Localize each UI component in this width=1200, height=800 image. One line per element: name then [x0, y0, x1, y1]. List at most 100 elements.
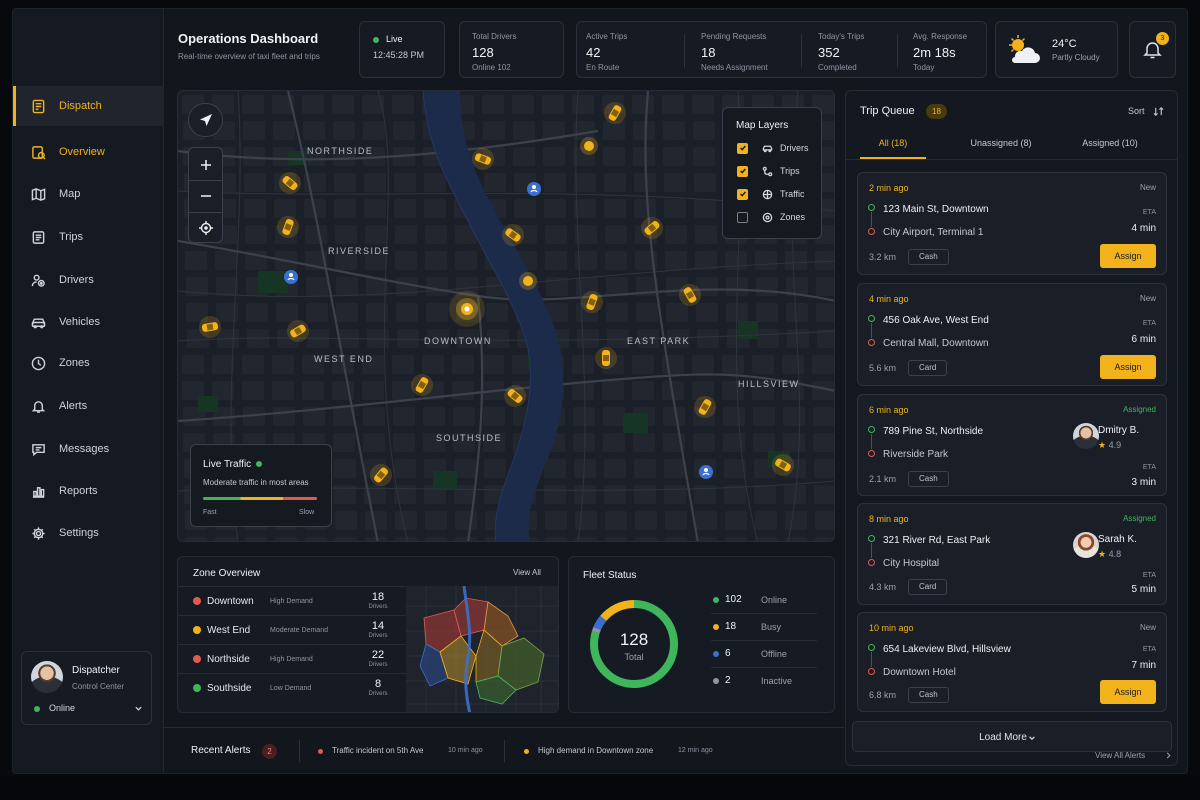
zone-demand: Low Demand — [270, 685, 312, 692]
zone-unit: Drivers — [368, 691, 388, 697]
zone-row-northside[interactable]: Northside High Demand 22 Drivers — [178, 644, 406, 673]
weather-desc: Partly Cloudy — [1052, 53, 1100, 62]
assign-button[interactable]: Assign — [1100, 355, 1156, 379]
sidebar-item-messages[interactable]: Messages — [13, 429, 164, 469]
user-role: Control Center — [72, 682, 125, 691]
checkbox-checked[interactable] — [737, 165, 748, 177]
trip-card[interactable]: 10 min ago New 654 Lakeview Blvd, Hillsv… — [857, 612, 1167, 712]
zone-row-west-end[interactable]: West End Moderate Demand 14 Drivers — [178, 615, 406, 644]
load-more-button[interactable]: Load More — [852, 721, 1172, 752]
trip-status: New — [1139, 623, 1156, 632]
trip-card[interactable]: 6 min ago Assigned 789 Pine St, Northsid… — [857, 394, 1167, 496]
tab-all[interactable]: All (18) — [860, 138, 926, 148]
sidebar-item-map[interactable]: Map — [13, 174, 164, 214]
sidebar-item-overview[interactable]: Overview — [13, 132, 164, 172]
assign-button[interactable]: Assign — [1100, 244, 1156, 268]
trip-card[interactable]: 4 min ago New 456 Oak Ave, West End Cent… — [857, 283, 1167, 386]
sidebar-item-vehicles[interactable]: Vehicles — [13, 302, 164, 342]
sidebar-item-settings[interactable]: Settings — [13, 513, 164, 553]
tab-unassigned[interactable]: Unassigned (8) — [956, 138, 1046, 148]
trip-distance: 5.6 km — [869, 363, 897, 373]
stat-value: 2m 18s — [913, 45, 956, 60]
live-traffic-card: Live Traffic Moderate traffic in most ar… — [190, 444, 332, 527]
checkbox-unchecked[interactable] — [737, 211, 748, 223]
taxi-marker[interactable] — [595, 347, 617, 369]
alert-item-text[interactable]: Traffic incident on 5th Ave — [332, 746, 423, 755]
navigate-button[interactable] — [188, 103, 223, 137]
zone-row-southside[interactable]: Southside Low Demand 8 Drivers — [178, 673, 406, 702]
tab-assigned[interactable]: Assigned (10) — [1068, 138, 1152, 148]
stat-sub: Online 102 — [472, 63, 511, 72]
user-card[interactable]: Dispatcher Control Center Online — [21, 651, 152, 725]
stat-value: 352 — [818, 45, 840, 60]
rating-value: 4.9 — [1108, 440, 1122, 450]
zoom-in-icon[interactable] — [199, 158, 213, 172]
layer-label: Traffic — [780, 189, 805, 199]
stat-total-drivers: Total Drivers 128 Online 102 — [459, 21, 564, 78]
route-line — [871, 652, 872, 667]
trip-dropoff: Downtown Hotel — [883, 667, 956, 678]
trip-pickup: 321 River Rd, East Park — [883, 535, 991, 546]
assign-button[interactable]: Assign — [1100, 680, 1156, 704]
checkbox-checked[interactable] — [737, 142, 748, 154]
chevron-down-icon[interactable] — [134, 704, 143, 713]
zone-row-downtown[interactable]: Downtown High Demand 18 Drivers — [178, 586, 406, 615]
passenger-pin-icon[interactable] — [284, 270, 298, 284]
trip-card[interactable]: 2 min ago New 123 Main St, Downtown City… — [857, 172, 1167, 275]
sidebar-item-reports[interactable]: Reports — [13, 471, 164, 511]
trip-card[interactable]: 8 min ago Assigned 321 River Rd, East Pa… — [857, 503, 1167, 605]
trip-distance: 6.8 km — [869, 690, 897, 700]
layer-toggle-traffic[interactable]: Traffic — [737, 187, 805, 201]
app-window: Dispatch Overview Map Trips Drivers Vehi… — [12, 8, 1188, 774]
divider — [897, 34, 898, 68]
reports-icon — [32, 486, 45, 498]
dropoff-pin-icon — [868, 228, 875, 235]
pickup-marker[interactable] — [580, 137, 598, 155]
fleet-total-label: Total — [624, 652, 644, 662]
trip-time: 8 min ago — [869, 514, 909, 524]
passenger-pin-icon[interactable] — [527, 182, 541, 196]
sidebar-item-zones[interactable]: Zones — [13, 343, 164, 383]
map-view[interactable]: NORTHSIDE RIVERSIDE WEST END DOWNTOWN EA… — [177, 90, 835, 542]
alert-item-text[interactable]: High demand in Downtown zone — [538, 746, 653, 755]
view-all-alerts-link[interactable]: View All Alerts — [1095, 751, 1145, 760]
locate-icon[interactable] — [198, 220, 214, 236]
zone-mini-map — [406, 586, 558, 712]
device-frame: Dispatch Overview Map Trips Drivers Vehi… — [0, 0, 1200, 800]
payment-badge: Card — [908, 360, 948, 376]
layer-toggle-zones[interactable]: Zones — [737, 210, 805, 224]
zone-name: Downtown — [207, 596, 254, 607]
status-dot — [713, 678, 719, 684]
live-label: Live — [386, 34, 403, 44]
map-icon — [31, 187, 46, 201]
passenger-pin-icon[interactable] — [699, 465, 713, 479]
chevron-right-icon[interactable] — [1165, 752, 1172, 759]
eta-value: 3 min — [1131, 477, 1156, 488]
sidebar-item-trips[interactable]: Trips — [13, 217, 164, 257]
zone-dot — [193, 655, 201, 663]
trip-queue-count-badge: 18 — [926, 104, 947, 119]
checkbox-checked[interactable] — [737, 188, 748, 200]
sidebar-item-alerts[interactable]: Alerts — [13, 386, 164, 426]
zoom-controls — [188, 147, 223, 243]
layer-toggle-drivers[interactable]: Drivers — [737, 141, 809, 155]
sidebar-item-dispatch[interactable]: Dispatch — [13, 86, 164, 126]
driver-name: Dmitry B. — [1098, 425, 1140, 436]
fleet-count: 2 — [725, 675, 731, 686]
sidebar-item-drivers[interactable]: Drivers — [13, 260, 164, 300]
stat-label: Active Trips — [586, 32, 628, 41]
sort-button[interactable]: Sort — [1128, 106, 1145, 116]
trip-time: 6 min ago — [869, 405, 909, 415]
stat-value: 128 — [472, 45, 494, 60]
trip-queue-title: Trip Queue — [860, 105, 915, 117]
zoom-out-icon[interactable] — [199, 189, 213, 203]
dispatch-hub-marker[interactable] — [449, 291, 485, 327]
layer-toggle-trips[interactable]: Trips — [737, 164, 800, 178]
sort-icon[interactable] — [1153, 106, 1164, 117]
pickup-marker[interactable] — [519, 272, 537, 290]
live-traffic-title: Live Traffic — [203, 459, 252, 470]
zone-view-all-link[interactable]: View All — [513, 568, 541, 577]
trip-pickup: 789 Pine St, Northside — [883, 426, 984, 437]
notifications-button[interactable]: 3 — [1129, 21, 1176, 78]
check-icon — [739, 145, 746, 151]
